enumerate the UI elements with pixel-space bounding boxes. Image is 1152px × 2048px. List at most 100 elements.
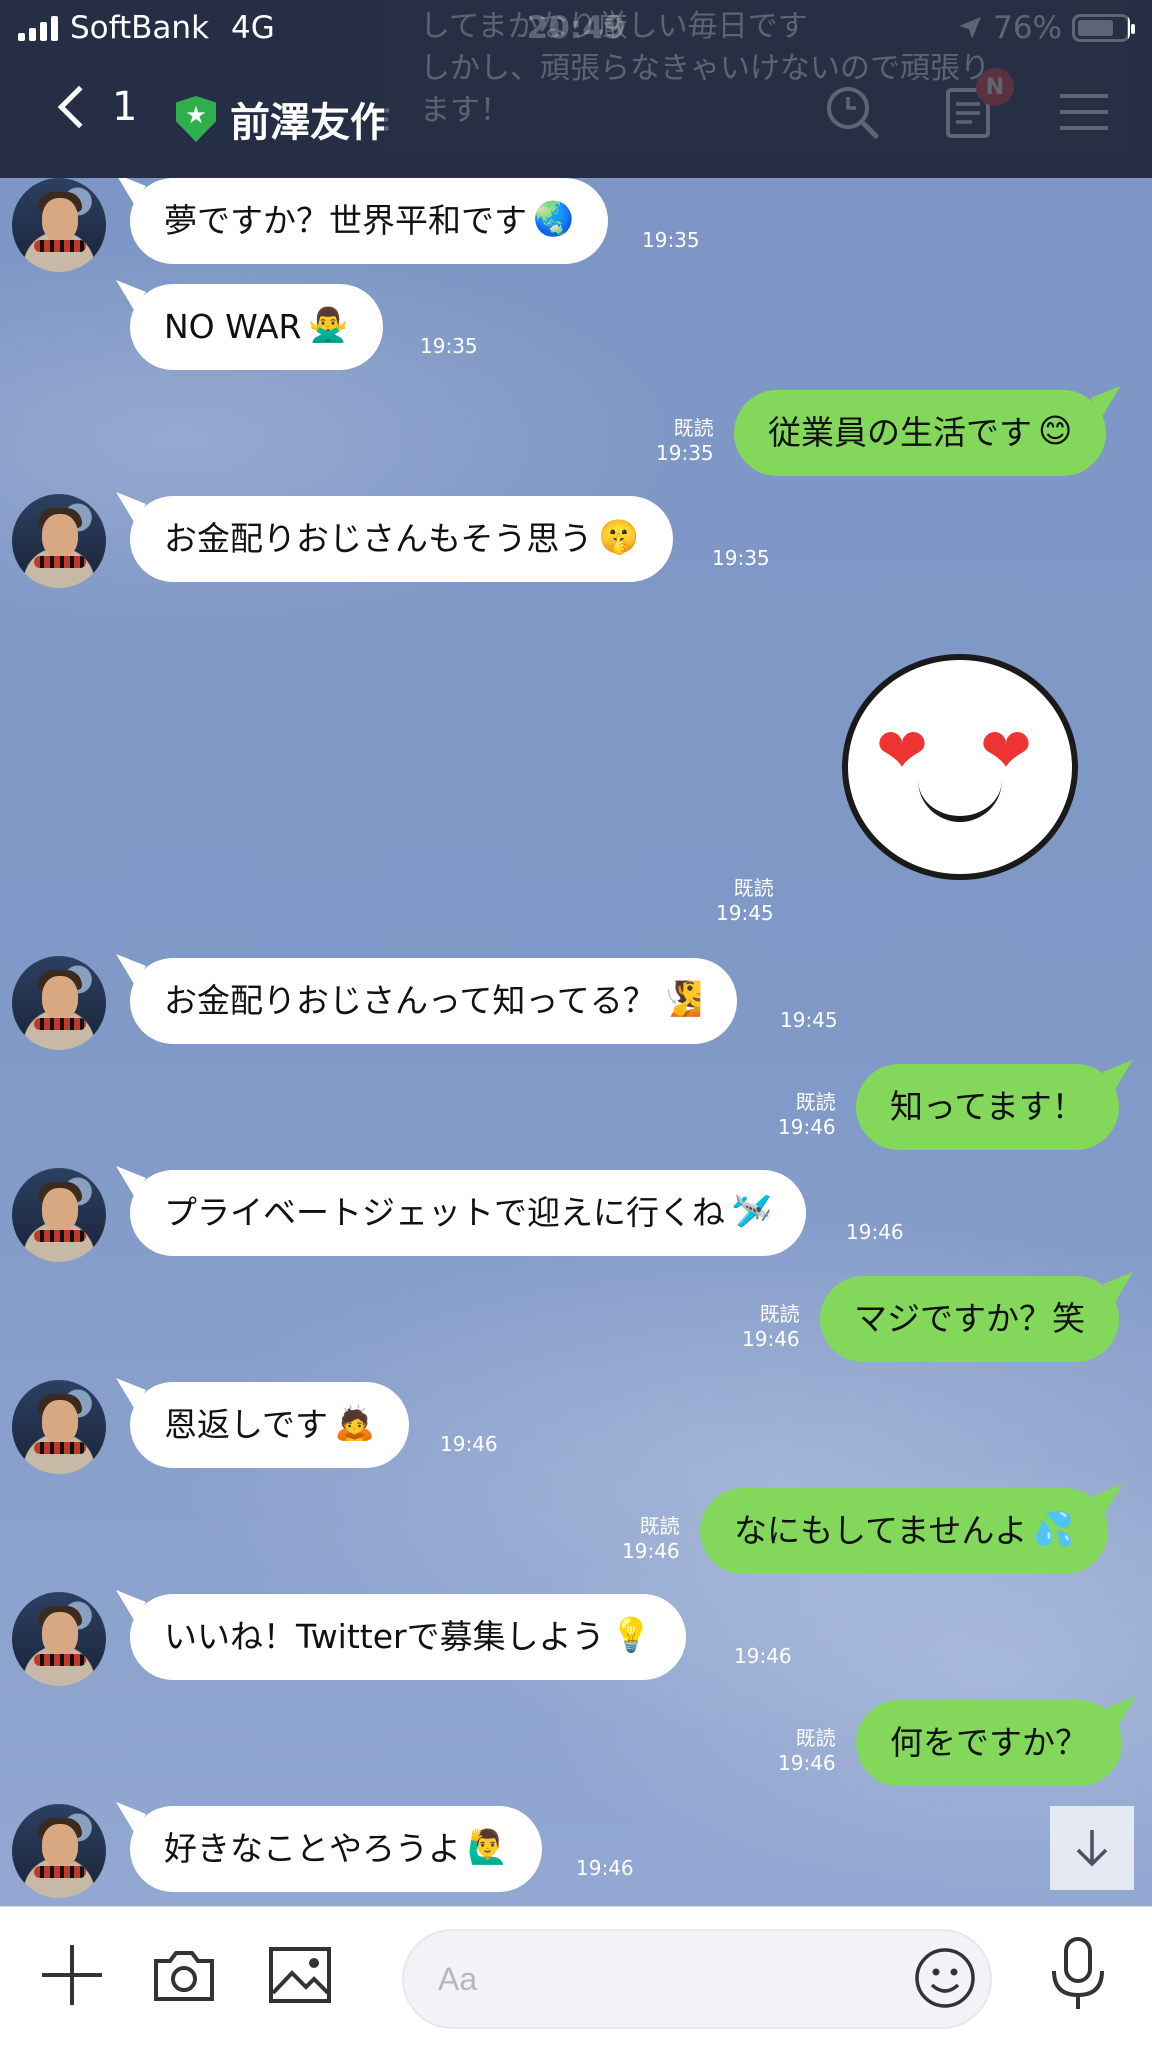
voice-message-button[interactable] [1046, 1937, 1110, 2009]
message-text: いいね！Twitterで募集しよう [164, 1617, 605, 1656]
timestamp: 19:46 [440, 1432, 498, 1456]
message-text: 夢ですか？世界平和です [164, 201, 527, 240]
read-receipt: 既読 [733, 876, 774, 900]
sender-avatar[interactable] [12, 1168, 106, 1262]
message-text: プライベートジェットで迎えに行くね [164, 1193, 725, 1232]
arrow-down-icon [1076, 1830, 1108, 1867]
heart-eye-right-icon: ❤ [980, 714, 1032, 787]
timestamp: 19:46 [778, 1115, 836, 1139]
incoming-message-bubble[interactable]: いいね！Twitterで募集しよう 💡 [130, 1594, 686, 1680]
message-text: 恩返しです [164, 1405, 329, 1444]
bowing-person-emoji-icon: 🙇 [334, 1402, 376, 1442]
message-read-time: 既読 19:46 [622, 1514, 680, 1564]
timestamp: 19:35 [712, 546, 770, 570]
sender-avatar[interactable] [12, 1380, 106, 1474]
timestamp: 19:35 [642, 228, 700, 252]
back-button[interactable]: 1 [57, 84, 138, 130]
camera-button[interactable] [152, 1943, 216, 2007]
light-bulb-emoji-icon: 💡 [610, 1614, 652, 1654]
message-input-placeholder: Aa [438, 1961, 478, 1997]
outgoing-message-bubble[interactable]: 何をですか？ [856, 1700, 1122, 1786]
status-right: 76% [957, 10, 1135, 46]
message-text: なにもしてませんよ [734, 1511, 1028, 1550]
heart-eye-left-icon: ❤ [876, 714, 928, 787]
read-receipt: 既読 [795, 1726, 836, 1750]
chevron-left-icon [57, 85, 101, 129]
chat-title-area[interactable]: ★ 前澤友作 [176, 90, 390, 148]
incoming-message-bubble[interactable]: 好きなことやろうよ 🙋‍♂️ [130, 1806, 543, 1892]
outgoing-message-bubble[interactable]: マジですか？笑 [820, 1276, 1119, 1362]
add-button[interactable] [40, 1943, 104, 2007]
message-input-bar: Aa [0, 1906, 1152, 2048]
notes-button[interactable]: N [940, 68, 1014, 140]
message-read-time: 既読 19:45 [716, 876, 774, 926]
message-time: 19:35 [712, 546, 770, 571]
location-arrow-icon [959, 17, 981, 39]
raising-hand-emoji-icon: 🙋‍♂️ [467, 1826, 509, 1866]
notes-new-badge: N [976, 68, 1014, 106]
outgoing-message-bubble[interactable]: 従業員の生活です 😊 [734, 390, 1107, 476]
message-read-time: 既読 19:46 [742, 1302, 800, 1352]
message-time: 19:46 [734, 1644, 792, 1669]
incoming-message-bubble[interactable]: プライベートジェットで迎えに行くね 🛩️ [130, 1170, 807, 1256]
shushing-face-emoji-icon: 🤫 [598, 516, 640, 556]
battery-percent: 76% [993, 10, 1062, 46]
airplane-emoji-icon: 🛩️ [731, 1190, 773, 1230]
timestamp: 19:35 [420, 334, 478, 358]
message-text: お金配りおじさんって知ってる？ [164, 981, 656, 1020]
timestamp: 19:45 [716, 901, 774, 925]
message-text: 従業員の生活です [768, 413, 1032, 452]
emoji-smiley-icon [915, 1948, 975, 2008]
timestamp: 19:35 [656, 441, 714, 465]
no-gesture-emoji-icon: 🙅‍♂️ [307, 304, 349, 344]
timestamp: 19:46 [742, 1327, 800, 1351]
message-read-time: 既読 19:46 [778, 1090, 836, 1140]
incoming-message-bubble[interactable]: NO WAR 🙅‍♂️ [130, 284, 383, 370]
hamburger-menu-icon [1060, 94, 1108, 130]
search-button[interactable] [824, 84, 880, 140]
outgoing-message-bubble[interactable]: 知ってます！ [856, 1064, 1119, 1150]
image-icon [269, 1947, 331, 2003]
message-time: 19:46 [846, 1220, 904, 1245]
incoming-message-bubble[interactable]: 夢ですか？世界平和です 🌏 [130, 178, 609, 264]
read-receipt: 既読 [759, 1302, 800, 1326]
menu-button[interactable] [1056, 84, 1112, 140]
timestamp: 19:46 [622, 1539, 680, 1563]
chat-title: 前澤友作 [230, 100, 390, 146]
sender-avatar[interactable] [12, 956, 106, 1050]
globe-emoji-icon: 🌏 [533, 198, 575, 238]
chat-messages-area[interactable]: 夢ですか？世界平和です 🌏 19:35 NO WAR 🙅‍♂️ 19:35 既読 1… [0, 178, 1152, 1906]
timestamp: 19:46 [576, 1856, 634, 1880]
smile-mouth-icon [918, 778, 1002, 822]
incoming-message-bubble[interactable]: お金配りおじさんもそう思う 🤫 [130, 496, 674, 582]
read-receipt: 既読 [639, 1514, 680, 1538]
sender-avatar[interactable] [12, 1592, 106, 1686]
plus-icon [42, 1945, 102, 2005]
back-unread-count: 1 [112, 84, 138, 130]
read-receipt: 既読 [673, 416, 714, 440]
gallery-button[interactable] [268, 1943, 332, 2007]
microphone-icon [1052, 1937, 1104, 2009]
message-text: 何をですか？ [890, 1723, 1088, 1762]
message-text: お金配りおじさんもそう思う [164, 519, 593, 558]
incoming-message-bubble[interactable]: 恩返しです 🙇 [130, 1382, 410, 1468]
deaf-person-emoji-icon: 🧏 [661, 978, 703, 1018]
message-time: 19:35 [420, 334, 478, 359]
scroll-to-bottom-button[interactable] [1050, 1806, 1134, 1890]
timestamp: 19:46 [734, 1644, 792, 1668]
camera-icon [154, 1951, 214, 2001]
sender-avatar[interactable] [12, 1804, 106, 1898]
message-input[interactable]: Aa [402, 1929, 992, 2029]
timestamp: 19:46 [778, 1751, 836, 1775]
message-text: 好きなことやろうよ [164, 1829, 461, 1868]
outgoing-message-bubble[interactable]: なにもしてませんよ 💦 [700, 1488, 1109, 1574]
sender-avatar[interactable] [12, 494, 106, 588]
message-time: 19:46 [440, 1432, 498, 1457]
sender-avatar[interactable] [12, 178, 106, 272]
heart-eyes-face-sticker[interactable]: ❤ ❤ [842, 654, 1078, 880]
sweat-droplets-emoji-icon: 💦 [1033, 1508, 1075, 1548]
message-read-time: 既読 19:35 [656, 416, 714, 466]
incoming-message-bubble[interactable]: お金配りおじさんって知ってる？ 🧏 [130, 958, 737, 1044]
emoji-button[interactable] [914, 1947, 978, 2011]
official-account-shield-icon: ★ [176, 96, 216, 142]
